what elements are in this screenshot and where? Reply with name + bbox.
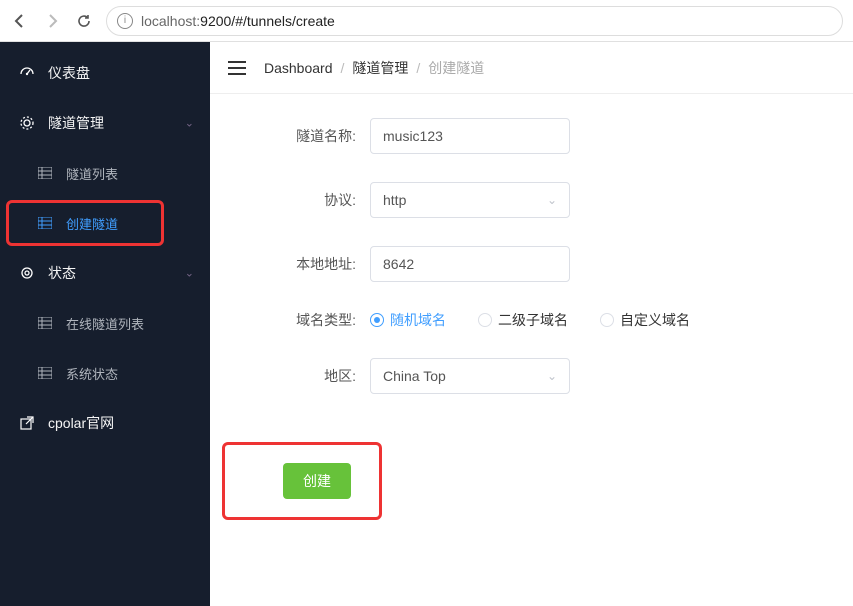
radio-dot-icon xyxy=(370,313,384,327)
sidebar-label: cpolar官网 xyxy=(48,413,114,433)
sidebar-label: 在线隧道列表 xyxy=(66,314,144,333)
sidebar: 仪表盘 隧道管理 ⌄ 隧道列表 创建隧道 状态 ⌄ 在线隧道列表 系统状态 xyxy=(0,42,210,606)
grid-icon xyxy=(36,367,54,379)
grid-icon xyxy=(36,217,54,229)
forward-button[interactable] xyxy=(42,11,62,31)
local-addr-label: 本地地址: xyxy=(210,254,370,274)
region-select[interactable]: China Top ⌄ xyxy=(370,358,570,394)
sidebar-label: 系统状态 xyxy=(66,364,118,383)
content-area: Dashboard / 隧道管理 / 创建隧道 隧道名称: music123 协… xyxy=(210,42,853,606)
radio-dot-icon xyxy=(600,313,614,327)
sidebar-item-cpolar-site[interactable]: cpolar官网 xyxy=(0,398,210,448)
sidebar-item-tunnel-list[interactable]: 隧道列表 xyxy=(0,148,210,198)
breadcrumb: Dashboard / 隧道管理 / 创建隧道 xyxy=(264,58,484,78)
local-addr-input[interactable]: 8642 xyxy=(370,246,570,282)
toggle-sidebar-button[interactable] xyxy=(228,61,246,75)
chevron-down-icon: ⌄ xyxy=(185,267,194,280)
protocol-label: 协议: xyxy=(210,190,370,210)
create-button[interactable]: 创建 xyxy=(283,463,351,499)
breadcrumb-separator: / xyxy=(416,60,420,76)
sidebar-label: 隧道管理 xyxy=(48,113,104,133)
sidebar-label: 状态 xyxy=(48,263,76,283)
chevron-down-icon: ⌄ xyxy=(547,193,557,207)
radio-dot-icon xyxy=(478,313,492,327)
site-info-icon[interactable]: i xyxy=(117,13,133,29)
region-label: 地区: xyxy=(210,366,370,386)
circle-icon xyxy=(18,265,36,281)
domain-type-radio-group: 随机域名 二级子域名 自定义域名 xyxy=(370,310,690,330)
grid-icon xyxy=(36,317,54,329)
annotation-highlight: 创建 xyxy=(222,442,382,520)
protocol-select[interactable]: http ⌄ xyxy=(370,182,570,218)
sidebar-item-system-status[interactable]: 系统状态 xyxy=(0,348,210,398)
name-label: 隧道名称: xyxy=(210,126,370,146)
back-button[interactable] xyxy=(10,11,30,31)
sidebar-label: 仪表盘 xyxy=(48,63,90,83)
reload-button[interactable] xyxy=(74,11,94,31)
radio-subdomain[interactable]: 二级子域名 xyxy=(478,310,568,330)
sidebar-label: 隧道列表 xyxy=(66,164,118,183)
external-link-icon xyxy=(18,416,36,430)
address-bar[interactable]: i localhost:9200/#/tunnels/create xyxy=(106,6,843,36)
gear-icon xyxy=(18,115,36,131)
radio-custom-domain[interactable]: 自定义域名 xyxy=(600,310,690,330)
browser-toolbar: i localhost:9200/#/tunnels/create xyxy=(0,0,853,42)
name-input[interactable]: music123 xyxy=(370,118,570,154)
domain-type-label: 域名类型: xyxy=(210,310,370,330)
sidebar-item-create-tunnel[interactable]: 创建隧道 xyxy=(0,198,210,248)
chevron-down-icon: ⌄ xyxy=(185,117,194,130)
sidebar-item-tunnel-manage[interactable]: 隧道管理 ⌄ xyxy=(0,98,210,148)
create-tunnel-form: 隧道名称: music123 协议: http ⌄ 本地地址: 8642 域名类… xyxy=(210,94,853,606)
grid-icon xyxy=(36,167,54,179)
topbar: Dashboard / 隧道管理 / 创建隧道 xyxy=(210,42,853,94)
radio-random-domain[interactable]: 随机域名 xyxy=(370,310,446,330)
breadcrumb-item[interactable]: 隧道管理 xyxy=(352,58,408,78)
sidebar-item-dashboard[interactable]: 仪表盘 xyxy=(0,48,210,98)
breadcrumb-item[interactable]: Dashboard xyxy=(264,60,333,76)
sidebar-item-online-tunnels[interactable]: 在线隧道列表 xyxy=(0,298,210,348)
url-path: 9200/#/tunnels/create xyxy=(200,13,335,29)
breadcrumb-current: 创建隧道 xyxy=(428,58,484,78)
url-host: localhost: xyxy=(141,13,200,29)
dashboard-icon xyxy=(18,65,36,81)
sidebar-label: 创建隧道 xyxy=(66,214,118,233)
breadcrumb-separator: / xyxy=(341,60,345,76)
sidebar-item-status[interactable]: 状态 ⌄ xyxy=(0,248,210,298)
chevron-down-icon: ⌄ xyxy=(547,369,557,383)
